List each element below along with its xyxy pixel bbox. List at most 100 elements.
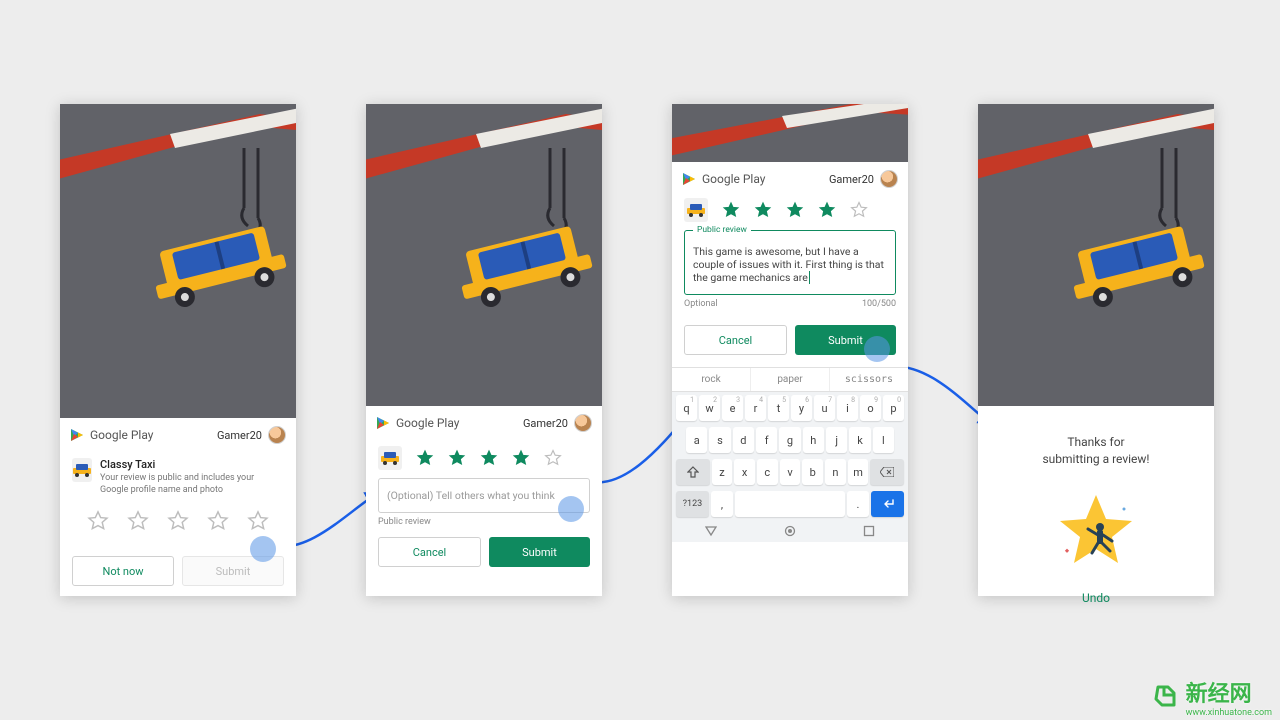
screen-rated: Google Play Gamer20 (Optional) Tell othe…: [366, 104, 602, 596]
key-j[interactable]: j: [826, 427, 847, 453]
key-f[interactable]: f: [756, 427, 777, 453]
star-2-icon[interactable]: [127, 510, 149, 532]
key-m[interactable]: m: [848, 459, 869, 485]
thanks-line-2: submitting a review!: [978, 451, 1214, 468]
avatar[interactable]: [268, 426, 286, 444]
star-3-icon[interactable]: [480, 449, 498, 467]
star-3-icon[interactable]: [786, 201, 804, 219]
shift-key[interactable]: [676, 459, 710, 485]
not-now-button[interactable]: Not now: [72, 556, 174, 586]
review-text: This game is awesome, but I have a coupl…: [693, 245, 884, 284]
star-3-icon[interactable]: [167, 510, 189, 532]
star-4-icon[interactable]: [512, 449, 530, 467]
play-header: Google Play Gamer20: [60, 418, 296, 450]
rating-stars[interactable]: [722, 201, 868, 219]
nav-home-icon[interactable]: [784, 525, 796, 537]
key-l[interactable]: l: [873, 427, 894, 453]
avatar[interactable]: [880, 170, 898, 188]
submit-button-disabled: Submit: [182, 556, 284, 586]
key-c[interactable]: c: [757, 459, 778, 485]
suggestion-3[interactable]: scissors: [830, 368, 908, 391]
key-e[interactable]: e3: [722, 395, 743, 421]
key-t[interactable]: t5: [768, 395, 789, 421]
suggestion-bar[interactable]: rock paper scissors: [672, 367, 908, 392]
star-4-icon[interactable]: [818, 201, 836, 219]
key-y[interactable]: y6: [791, 395, 812, 421]
google-play-icon: [682, 172, 696, 186]
google-play-label: Google Play: [90, 428, 153, 442]
key-p[interactable]: p0: [883, 395, 904, 421]
key-i[interactable]: i8: [837, 395, 858, 421]
key-h[interactable]: h: [803, 427, 824, 453]
optional-label: Optional: [684, 299, 718, 309]
char-count: 100/500: [862, 299, 896, 309]
app-icon: [72, 458, 92, 482]
enter-icon: [881, 499, 895, 509]
key-w[interactable]: w2: [699, 395, 720, 421]
enter-key[interactable]: [871, 491, 904, 517]
space-key[interactable]: [735, 491, 845, 517]
key-r[interactable]: r4: [745, 395, 766, 421]
key-a[interactable]: a: [686, 427, 707, 453]
cancel-button[interactable]: Cancel: [684, 325, 787, 355]
watermark-url: www.xinhuatone.com: [1186, 708, 1272, 718]
star-5-icon[interactable]: [544, 449, 562, 467]
key-k[interactable]: k: [849, 427, 870, 453]
touch-indicator: [558, 496, 584, 522]
screen-initial: Google Play Gamer20 Classy Taxi Your rev…: [60, 104, 296, 596]
star-2-icon[interactable]: [448, 449, 466, 467]
suggestion-1[interactable]: rock: [672, 368, 751, 391]
rating-stars[interactable]: [416, 449, 562, 467]
key-x[interactable]: x: [734, 459, 755, 485]
key-g[interactable]: g: [779, 427, 800, 453]
key-n[interactable]: n: [825, 459, 846, 485]
game-illustration: [60, 104, 296, 418]
key-z[interactable]: z: [712, 459, 733, 485]
rating-stars[interactable]: [72, 510, 284, 532]
star-2-icon[interactable]: [754, 201, 772, 219]
star-5-icon[interactable]: [850, 201, 868, 219]
key-v[interactable]: v: [780, 459, 801, 485]
key-o[interactable]: o9: [860, 395, 881, 421]
suggestion-2[interactable]: paper: [751, 368, 830, 391]
app-info-row: Classy Taxi Your review is public and in…: [72, 458, 284, 496]
key-q[interactable]: q1: [676, 395, 697, 421]
game-illustration: [978, 104, 1214, 406]
thanks-line-1: Thanks for: [978, 434, 1214, 451]
shift-icon: [687, 466, 699, 478]
backspace-key[interactable]: [870, 459, 904, 485]
android-navbar[interactable]: [672, 520, 908, 542]
star-1-icon[interactable]: [416, 449, 434, 467]
app-icon: [378, 446, 402, 470]
period-key[interactable]: .: [847, 491, 869, 517]
comma-key[interactable]: ,: [711, 491, 733, 517]
key-s[interactable]: s: [709, 427, 730, 453]
star-4-icon[interactable]: [207, 510, 229, 532]
star-1-icon[interactable]: [87, 510, 109, 532]
key-b[interactable]: b: [802, 459, 823, 485]
review-disclaimer: Your review is public and includes your …: [100, 473, 284, 496]
keyboard[interactable]: rock paper scissors q1w2e3r4t5y6u7i8o9p0…: [672, 367, 908, 542]
review-input-focused[interactable]: Public review This game is awesome, but …: [684, 230, 896, 295]
screen-thanks: Thanks for submitting a review! Undo: [978, 104, 1214, 596]
watermark: 新经网 www.xinhuatone.com: [1152, 676, 1272, 718]
game-illustration: [672, 104, 908, 162]
app-name: Classy Taxi: [100, 458, 284, 471]
nav-back-icon[interactable]: [705, 525, 717, 537]
cancel-button[interactable]: Cancel: [378, 537, 481, 567]
google-play-label: Google Play: [396, 416, 459, 430]
username: Gamer20: [217, 429, 262, 442]
submit-button[interactable]: Submit: [489, 537, 590, 567]
star-1-icon[interactable]: [722, 201, 740, 219]
key-u[interactable]: u7: [814, 395, 835, 421]
google-play-icon: [70, 428, 84, 442]
nav-recent-icon[interactable]: [863, 525, 875, 537]
symbols-key[interactable]: ?123: [676, 491, 709, 517]
game-illustration: [366, 104, 602, 406]
undo-button[interactable]: Undo: [978, 587, 1214, 609]
star-5-icon[interactable]: [247, 510, 269, 532]
key-d[interactable]: d: [733, 427, 754, 453]
play-header: Google Play Gamer20: [366, 406, 602, 438]
avatar[interactable]: [574, 414, 592, 432]
touch-indicator: [250, 536, 276, 562]
